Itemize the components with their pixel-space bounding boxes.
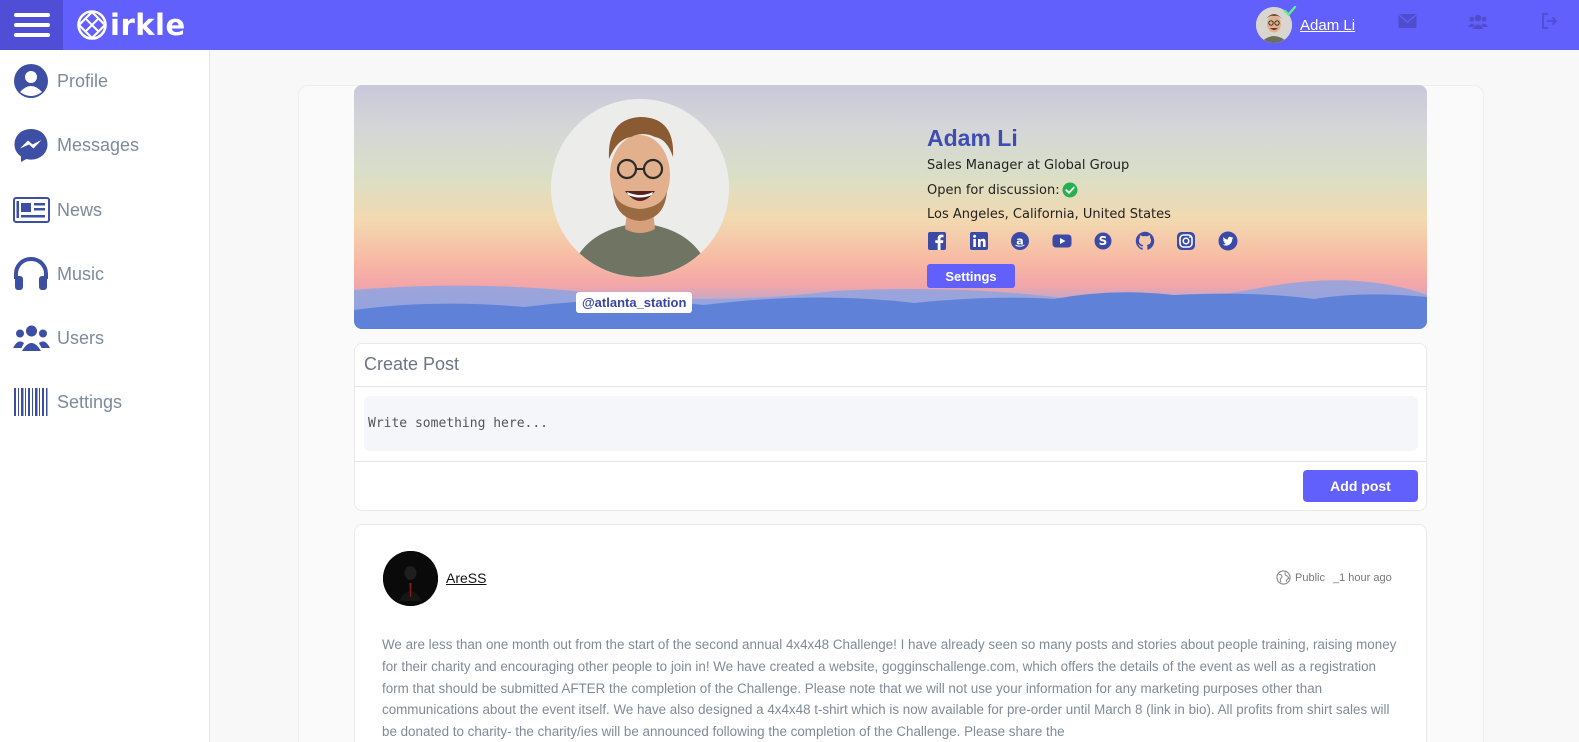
sidebar-item-label: Settings	[57, 391, 123, 412]
top-user-name[interactable]: Adam Li	[1300, 17, 1355, 34]
post-visibility: Public	[1295, 571, 1325, 584]
post-card: AreSS Public _1 hour ago We are less tha…	[354, 524, 1427, 742]
profile-name: Adam Li	[927, 125, 1018, 151]
post-meta: Public _1 hour ago	[1276, 570, 1392, 585]
linkedin-icon[interactable]	[969, 231, 989, 251]
sidebar-item-label: Users	[57, 327, 105, 348]
sidebar-item-label: Music	[57, 263, 105, 284]
users-icon	[12, 319, 50, 357]
sidebar-item-profile[interactable]: Profile	[12, 61, 108, 101]
add-post-button[interactable]: Add post	[1303, 470, 1418, 502]
hamburger-line	[14, 23, 50, 27]
verified-check-icon	[1283, 5, 1297, 17]
sidebar-item-messages[interactable]: Messages	[12, 125, 139, 165]
sidebar-item-news[interactable]: News	[12, 190, 102, 230]
barcode-icon	[12, 383, 50, 421]
profile-photo	[551, 99, 729, 277]
users-icon[interactable]	[1468, 14, 1488, 29]
post-body-text: We are less than one month out from the …	[382, 637, 1397, 740]
svg-text:S: S	[1099, 234, 1108, 248]
open-for-discussion-label: Open for discussion:	[927, 182, 1060, 198]
profile-avatar[interactable]	[551, 99, 729, 277]
hamburger-menu-button[interactable]	[0, 0, 63, 50]
sidebar-item-label: News	[57, 199, 103, 220]
profile-handle: @atlanta_station	[576, 292, 693, 313]
top-navbar: irkle Adam Li	[0, 0, 1579, 50]
check-circle-icon	[1062, 182, 1078, 198]
amazon-icon[interactable]: a	[1010, 231, 1030, 251]
post-text-input[interactable]	[364, 396, 1418, 451]
sidebar: Profile Messages News Music Users Settin…	[0, 50, 210, 742]
github-icon[interactable]	[1135, 231, 1155, 251]
headphones-icon	[12, 255, 50, 293]
youtube-icon[interactable]	[1052, 231, 1072, 251]
divider	[355, 461, 1426, 462]
mountain-landscape-image	[354, 280, 1427, 329]
envelope-icon[interactable]	[1398, 13, 1417, 29]
globe-icon	[1276, 570, 1291, 585]
profile-settings-button[interactable]: Settings	[927, 264, 1015, 288]
twitter-icon[interactable]	[1218, 231, 1238, 251]
brand-logo[interactable]: irkle	[76, 6, 186, 44]
profile-banner: @atlanta_station Adam Li Sales Manager a…	[354, 85, 1427, 329]
sign-out-icon[interactable]	[1541, 13, 1558, 29]
instagram-icon[interactable]	[1176, 231, 1196, 251]
newspaper-icon	[12, 191, 50, 229]
hamburger-icon	[14, 13, 50, 17]
top-user-menu[interactable]: Adam Li	[1256, 5, 1355, 45]
social-links: a S	[927, 231, 1259, 251]
profile-location: Los Angeles, California, United States	[927, 207, 1171, 222]
circle-lattice-logo-icon	[77, 10, 107, 40]
profile-title: Sales Manager at Global Group	[927, 158, 1130, 173]
messenger-icon	[12, 126, 50, 164]
avatar-image	[383, 551, 438, 606]
sidebar-item-label: Profile	[57, 70, 109, 91]
facebook-icon[interactable]	[927, 231, 947, 251]
create-post-card: Create Post Add post	[354, 343, 1427, 511]
sidebar-item-users[interactable]: Users	[12, 318, 104, 358]
sidebar-item-settings[interactable]: Settings	[12, 382, 122, 422]
post-author-name[interactable]: AreSS	[446, 570, 486, 586]
hamburger-line	[14, 33, 50, 37]
create-post-title: Create Post	[364, 354, 460, 374]
divider	[355, 386, 1426, 387]
post-author-avatar[interactable]	[383, 551, 438, 606]
post-time: _1 hour ago	[1332, 571, 1392, 584]
sidebar-item-label: Messages	[57, 134, 140, 155]
skype-icon[interactable]: S	[1093, 231, 1113, 251]
brand-name: irkle	[110, 8, 186, 42]
open-for-discussion: Open for discussion:	[927, 182, 1078, 198]
user-circle-icon	[12, 62, 50, 100]
sidebar-item-music[interactable]: Music	[12, 254, 104, 294]
